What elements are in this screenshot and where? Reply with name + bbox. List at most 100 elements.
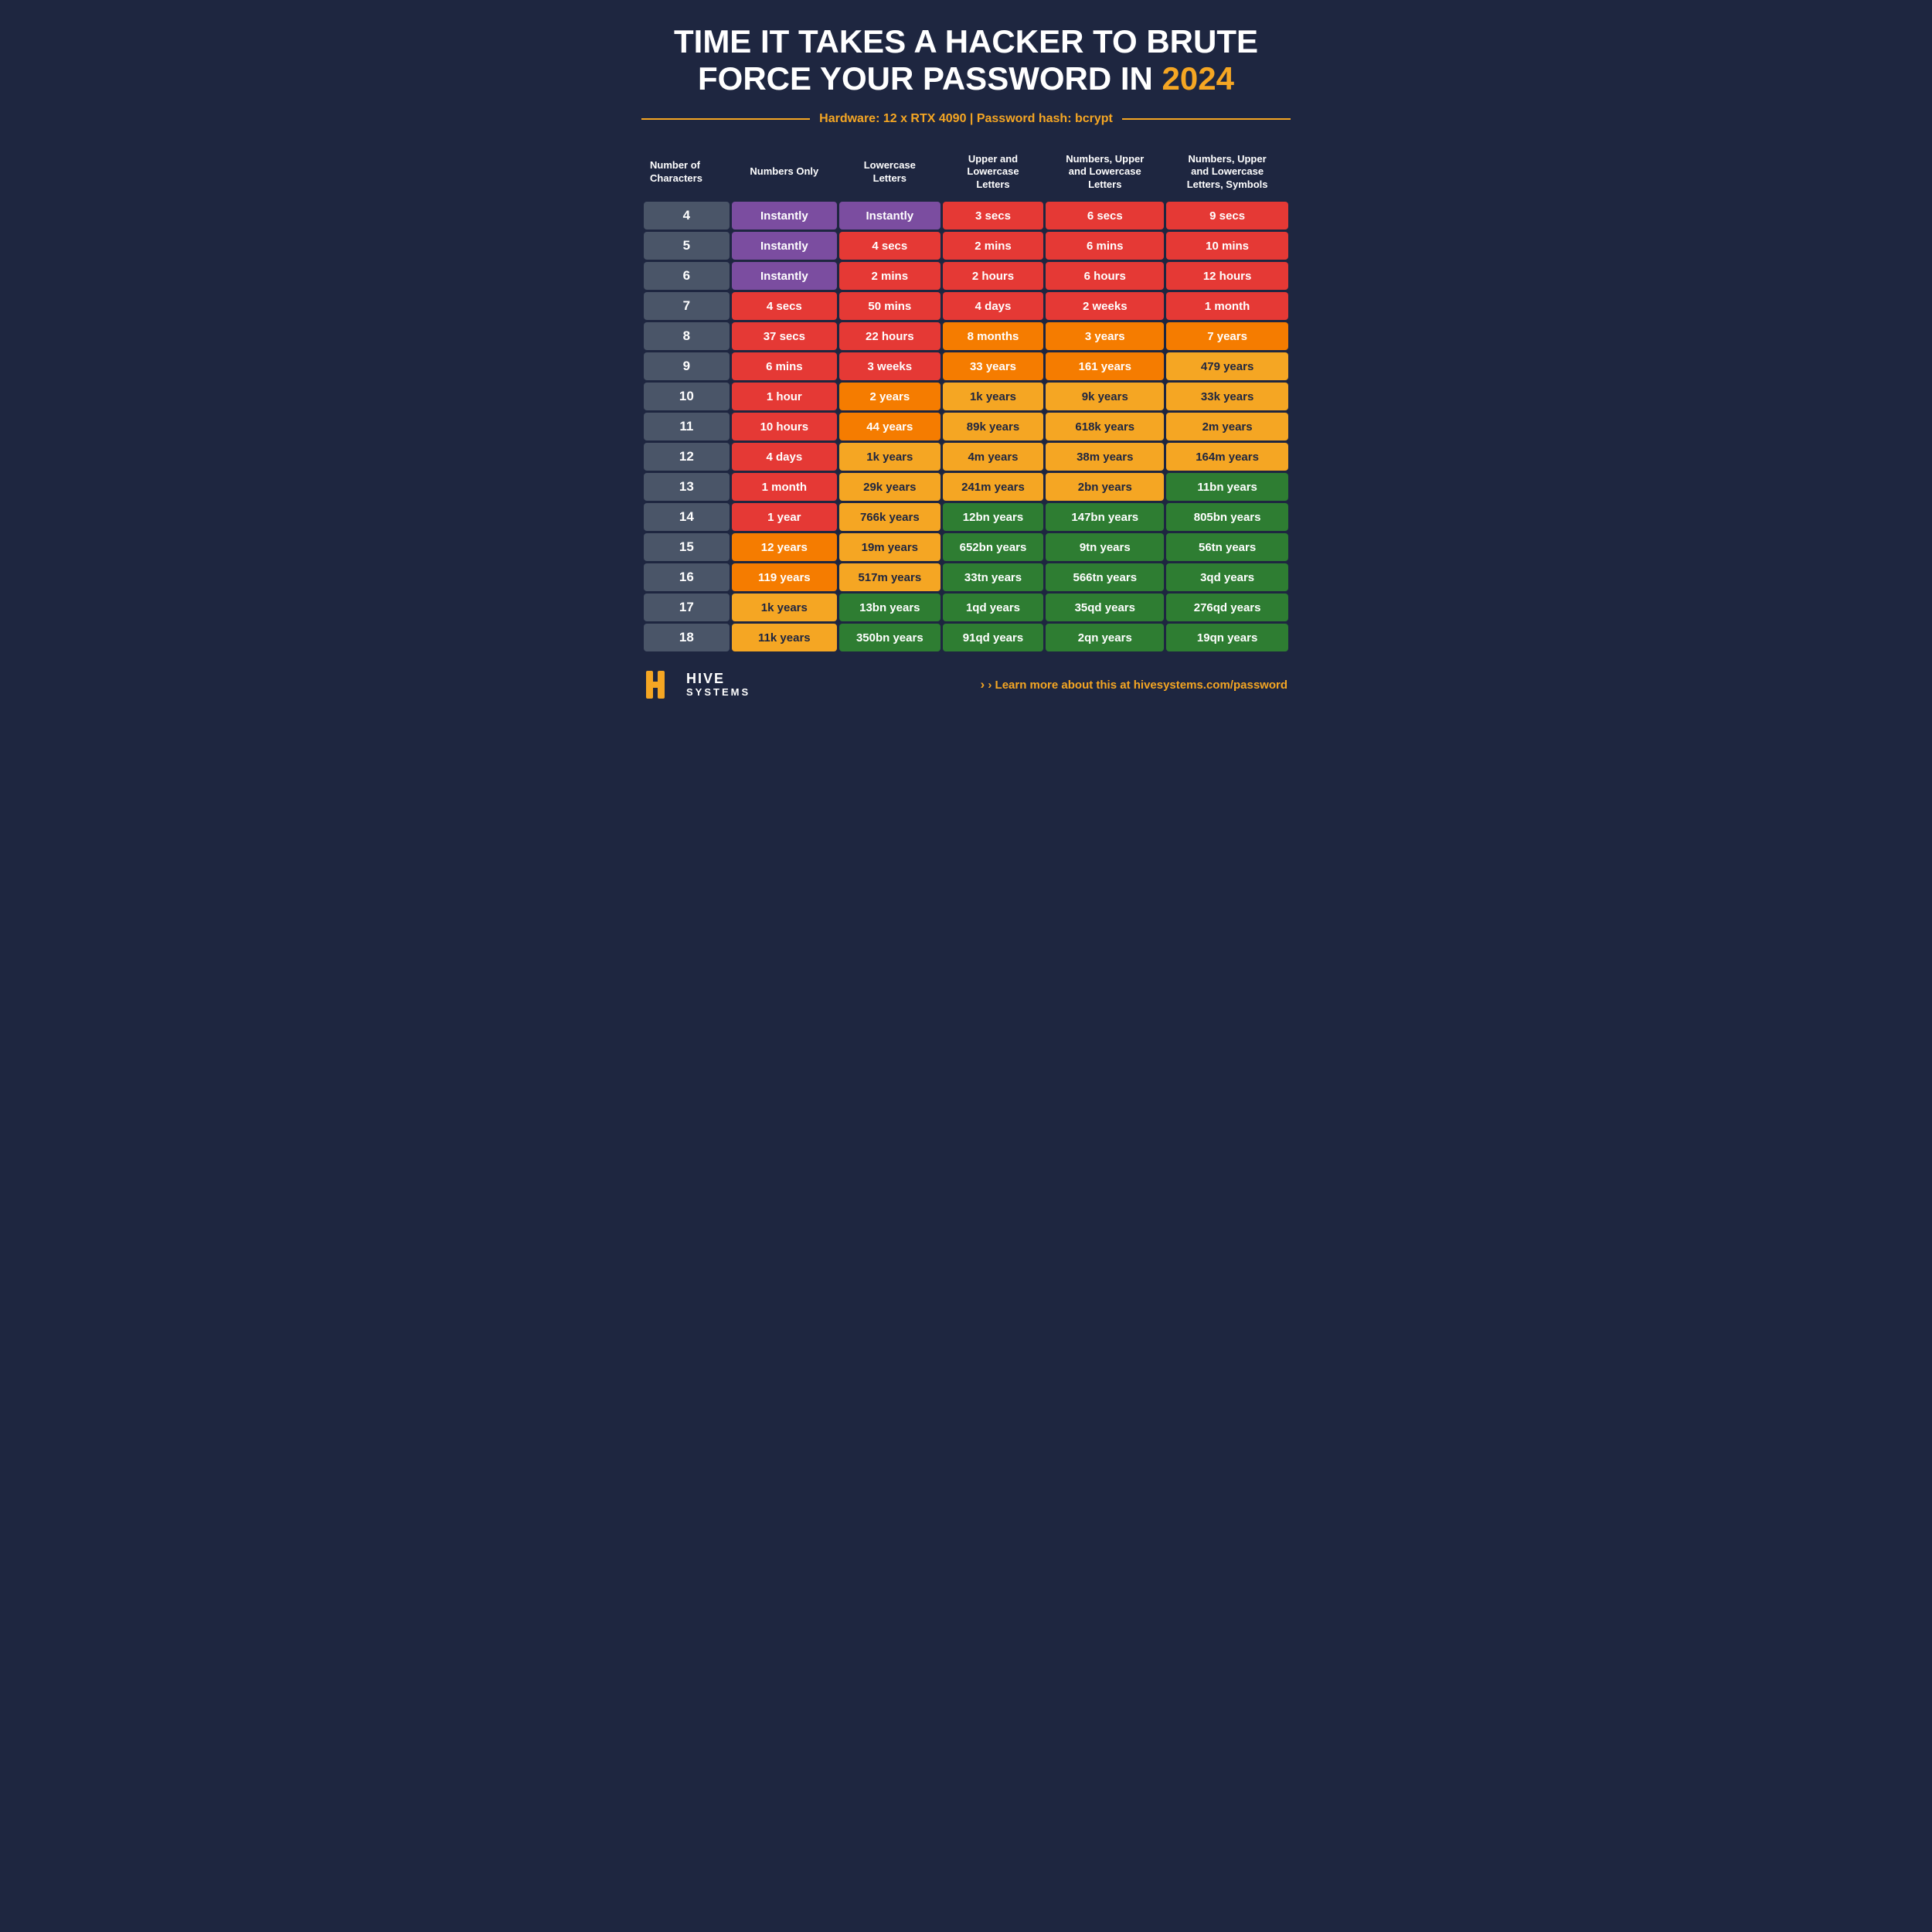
cell-c5: 9 secs [1166,202,1288,230]
cell-c1: 1 year [732,503,837,531]
cell-c4: 147bn years [1046,503,1164,531]
footer-link[interactable]: › › Learn more about this at hivesystems… [981,677,1287,692]
col-header-chars: Number ofCharacters [644,145,730,200]
table-row: 5Instantly4 secs2 mins6 mins10 mins [644,232,1288,260]
footer-url[interactable]: hivesystems.com/password [1134,679,1287,692]
table-row: 96 mins3 weeks33 years161 years479 years [644,352,1288,380]
cell-c1: 6 mins [732,352,837,380]
cell-chars: 6 [644,262,730,290]
cell-chars: 12 [644,443,730,471]
cell-c2: 1k years [839,443,940,471]
cell-c4: 38m years [1046,443,1164,471]
hive-logo-icon [645,668,679,702]
cell-c1: 11k years [732,624,837,651]
cell-c3: 3 secs [943,202,1044,230]
password-table: Number ofCharacters Numbers Only Lowerca… [641,143,1291,655]
cell-chars: 10 [644,383,730,410]
cell-c1: 4 secs [732,292,837,320]
table-row: 1811k years350bn years91qd years2qn year… [644,624,1288,651]
table-row: 837 secs22 hours8 months3 years7 years [644,322,1288,350]
cell-chars: 14 [644,503,730,531]
cell-c4: 9tn years [1046,533,1164,561]
cell-c3: 8 months [943,322,1044,350]
cell-c4: 3 years [1046,322,1164,350]
table-row: 16119 years517m years33tn years566tn yea… [644,563,1288,591]
cell-c5: 276qd years [1166,594,1288,621]
cell-c5: 164m years [1166,443,1288,471]
cell-c1: 4 days [732,443,837,471]
main-title: TIME IT TAKES A HACKER TO BRUTE FORCE YO… [641,23,1291,98]
cell-c5: 7 years [1166,322,1288,350]
cell-c2: 2 mins [839,262,940,290]
cell-chars: 4 [644,202,730,230]
table-row: 131 month29k years241m years2bn years11b… [644,473,1288,501]
cell-c2: 13bn years [839,594,940,621]
cell-chars: 5 [644,232,730,260]
col-header-upper-lower: Upper andLowercaseLetters [943,145,1044,200]
cell-c3: 12bn years [943,503,1044,531]
cell-c2: 517m years [839,563,940,591]
cell-c2: 3 weeks [839,352,940,380]
divider-left [641,118,810,120]
cell-c4: 9k years [1046,383,1164,410]
cell-c5: 12 hours [1166,262,1288,290]
cell-c5: 3qd years [1166,563,1288,591]
col-header-all: Numbers, Upperand LowercaseLetters, Symb… [1166,145,1288,200]
cell-c3: 241m years [943,473,1044,501]
cell-c3: 33tn years [943,563,1044,591]
cell-c4: 566tn years [1046,563,1164,591]
cell-c3: 652bn years [943,533,1044,561]
col-header-lower: LowercaseLetters [839,145,940,200]
cell-chars: 9 [644,352,730,380]
cell-c2: 22 hours [839,322,940,350]
cell-c5: 11bn years [1166,473,1288,501]
table-row: 101 hour2 years1k years9k years33k years [644,383,1288,410]
cell-chars: 7 [644,292,730,320]
cell-c5: 1 month [1166,292,1288,320]
table-row: 124 days1k years4m years38m years164m ye… [644,443,1288,471]
cell-c1: 1k years [732,594,837,621]
cell-c4: 618k years [1046,413,1164,440]
cell-c1: 10 hours [732,413,837,440]
cell-c3: 2 hours [943,262,1044,290]
title-block: TIME IT TAKES A HACKER TO BRUTE FORCE YO… [641,23,1291,98]
cell-chars: 16 [644,563,730,591]
cell-c5: 2m years [1166,413,1288,440]
cell-c2: 4 secs [839,232,940,260]
table-row: 4InstantlyInstantly3 secs6 secs9 secs [644,202,1288,230]
table-row: 1110 hours44 years89k years618k years2m … [644,413,1288,440]
cell-chars: 13 [644,473,730,501]
cell-c5: 479 years [1166,352,1288,380]
col-header-num-upper-lower: Numbers, Upperand LowercaseLetters [1046,145,1164,200]
cell-c4: 2bn years [1046,473,1164,501]
cell-c1: Instantly [732,262,837,290]
table-row: 141 year766k years12bn years147bn years8… [644,503,1288,531]
cell-c2: 766k years [839,503,940,531]
cell-c2: 29k years [839,473,940,501]
cell-c2: 44 years [839,413,940,440]
cell-c5: 805bn years [1166,503,1288,531]
divider-right [1122,118,1291,120]
cell-c4: 6 secs [1046,202,1164,230]
footer-arrow: › [981,677,985,692]
cell-chars: 17 [644,594,730,621]
hive-logo: HIVE SYSTEMS [645,668,750,702]
cell-c3: 89k years [943,413,1044,440]
table-row: 74 secs50 mins4 days2 weeks1 month [644,292,1288,320]
cell-c5: 10 mins [1166,232,1288,260]
cell-c1: Instantly [732,232,837,260]
cell-c2: 50 mins [839,292,940,320]
cell-c1: 1 month [732,473,837,501]
cell-c5: 56tn years [1166,533,1288,561]
cell-chars: 18 [644,624,730,651]
cell-c4: 161 years [1046,352,1164,380]
cell-c2: 19m years [839,533,940,561]
table-row: 1512 years19m years652bn years9tn years5… [644,533,1288,561]
hardware-bar: Hardware: 12 x RTX 4090 | Password hash:… [641,112,1291,126]
cell-c3: 2 mins [943,232,1044,260]
cell-c4: 6 mins [1046,232,1164,260]
hardware-text: Hardware: 12 x RTX 4090 | Password hash:… [819,112,1113,126]
cell-c1: 1 hour [732,383,837,410]
logo-hive: HIVE [686,672,750,687]
cell-c4: 6 hours [1046,262,1164,290]
